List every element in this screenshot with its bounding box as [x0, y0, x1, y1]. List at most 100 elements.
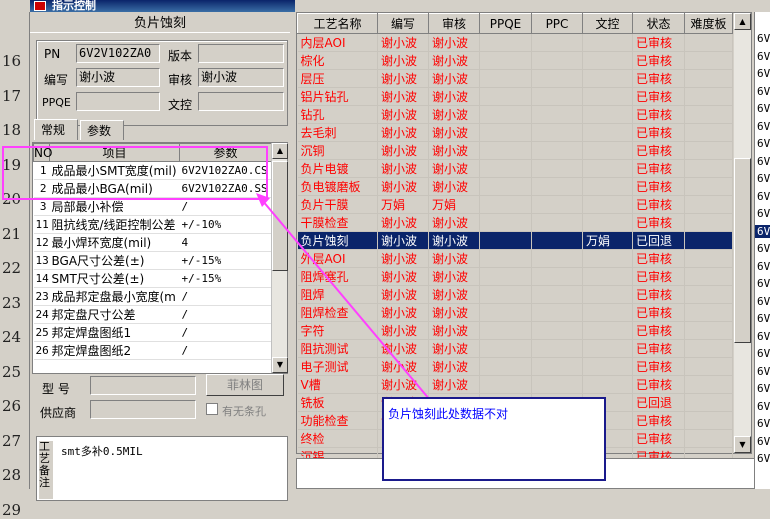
tab-params[interactable]: 参数 — [80, 120, 124, 140]
side-list-item[interactable]: 6V — [757, 382, 770, 395]
process-cell-editor: 谢小波 — [377, 33, 429, 52]
model-label: 型 号 — [42, 382, 70, 396]
scroll-up-icon[interactable]: ▲ — [272, 143, 288, 159]
side-list-item[interactable]: 6V — [757, 435, 770, 448]
gutter-number: 24 — [2, 328, 22, 346]
side-list-item[interactable]: 6V — [757, 277, 770, 290]
param-row[interactable]: 26 邦定焊盘图纸2/ — [33, 341, 272, 360]
side-list-item[interactable]: 6V — [757, 190, 770, 203]
process-row[interactable]: 层压 谢小波 谢小波 已审核 — [297, 69, 733, 88]
param-row[interactable]: 13 BGA尺寸公差(±) +/-15% — [33, 251, 272, 270]
process-row[interactable]: 阻焊塞孔 谢小波 谢小波 已审核 — [297, 267, 733, 286]
process-scrollbar[interactable]: ▲ ▼ — [734, 13, 751, 453]
film-drawing-button[interactable]: 菲林图 — [206, 374, 284, 396]
no-slot-checkbox[interactable] — [206, 403, 218, 415]
scroll-thumb[interactable] — [734, 158, 751, 343]
ppqe-label: PPQE — [42, 96, 71, 109]
side-list-item[interactable]: 6V — [757, 67, 770, 80]
scroll-down-icon[interactable]: ▼ — [734, 436, 751, 453]
editor-field[interactable]: 谢小波 — [76, 68, 160, 87]
side-list-item[interactable]: 6V — [757, 85, 770, 98]
process-row[interactable]: 干膜检查 谢小波 谢小波 已审核 — [297, 213, 733, 232]
param-cell-no: 24 — [33, 305, 50, 324]
process-row[interactable]: 负电镀磨板 谢小波 谢小波 已审核 — [297, 177, 733, 196]
param-row[interactable]: 11 阻抗线宽/线距控制公差 +/-10% — [33, 215, 272, 234]
side-list-item[interactable]: 6V — [757, 102, 770, 115]
process-header-cell[interactable]: PPQE — [479, 13, 532, 34]
side-list-item[interactable]: 6V — [757, 312, 770, 325]
side-list-item[interactable]: 6V — [757, 242, 770, 255]
side-list-item[interactable]: 6V — [757, 50, 770, 63]
process-header-cell[interactable]: PPC — [531, 13, 583, 34]
process-row[interactable]: 电子测试 谢小波 谢小波 已审核 — [297, 357, 733, 376]
side-list-item[interactable]: 6V — [757, 120, 770, 133]
process-cell-reviewer: 谢小波 — [428, 267, 480, 286]
process-cell-name: 字符 — [297, 321, 378, 340]
process-header-cell[interactable]: 工艺名称 — [297, 13, 378, 34]
process-row[interactable]: 阻焊检查 谢小波 谢小波 已审核 — [297, 303, 733, 322]
tab-general[interactable]: 常规 — [34, 119, 78, 140]
side-list-item[interactable]: 6V — [757, 330, 770, 343]
scroll-thumb[interactable] — [272, 161, 288, 271]
process-row[interactable]: 字符 谢小波 谢小波 已审核 — [297, 321, 733, 340]
param-row[interactable]: 25 邦定焊盘图纸1/ — [33, 323, 272, 342]
process-header-cell[interactable]: 编写 — [377, 13, 429, 34]
process-row[interactable]: 外层AOI 谢小波 谢小波 已审核 — [297, 249, 733, 268]
reviewer-field[interactable]: 谢小波 — [198, 68, 284, 87]
process-header-cell[interactable]: 难度板 — [684, 13, 733, 34]
side-list-item[interactable]: 6V — [757, 260, 770, 273]
side-list-item[interactable]: 6V — [755, 224, 770, 238]
process-row[interactable]: V槽 谢小波 谢小波 已审核 — [297, 375, 733, 394]
process-row[interactable]: 钻孔 谢小波 谢小波 已审核 — [297, 105, 733, 124]
scroll-down-icon[interactable]: ▼ — [272, 357, 288, 373]
process-cell-status: 已审核 — [632, 177, 685, 196]
side-list-item[interactable]: 6V — [757, 365, 770, 378]
param-row[interactable]: 23 成品邦定盘最小宽度(m / — [33, 287, 272, 306]
side-list-item[interactable]: 6V — [757, 207, 770, 220]
process-row[interactable]: 负片干膜 万娟 万娟 已审核 — [297, 195, 733, 214]
no-slot-label: 有无条孔 — [222, 405, 266, 418]
process-row[interactable]: 负片电镀 谢小波 谢小波 已审核 — [297, 159, 733, 178]
side-list-item[interactable]: 6V — [757, 295, 770, 308]
process-row[interactable]: 去毛刺 谢小波 谢小波 已审核 — [297, 123, 733, 142]
model-field[interactable] — [90, 376, 196, 395]
side-list-item[interactable]: 6V — [757, 155, 770, 168]
process-row[interactable]: 内层AOI 谢小波 谢小波 已审核 — [297, 33, 733, 52]
side-list-item[interactable]: 6V — [757, 452, 770, 465]
process-cell-name: 钻孔 — [297, 105, 378, 124]
param-row[interactable]: 14 SMT尺寸公差(±) +/-15% — [33, 269, 272, 288]
param-cell-item: 邦定焊盘图纸1 — [49, 323, 180, 342]
process-cell-difficulty — [684, 321, 733, 340]
process-cell-name: 铣板 — [297, 393, 378, 412]
process-row[interactable]: 铝片钻孔 谢小波 谢小波 已审核 — [297, 87, 733, 106]
process-cell-editor: 谢小波 — [377, 375, 429, 394]
process-cell-ppc — [531, 51, 583, 70]
pn-field[interactable]: 6V2V102ZA0 — [76, 44, 160, 63]
param-cell-value: / — [179, 287, 272, 306]
process-row[interactable]: 棕化 谢小波 谢小波 已审核 — [297, 51, 733, 70]
process-header-cell[interactable]: 状态 — [632, 13, 685, 34]
process-cell-reviewer: 谢小波 — [428, 159, 480, 178]
scroll-up-icon[interactable]: ▲ — [734, 13, 751, 30]
ppqe-field[interactable] — [76, 92, 160, 111]
process-header-cell[interactable]: 审核 — [428, 13, 480, 34]
param-row[interactable]: 12 最小焊环宽度(mil) 4 — [33, 233, 272, 252]
supplier-field[interactable] — [90, 400, 196, 419]
param-row[interactable]: 3 局部最小补偿 / — [33, 197, 272, 216]
process-notes[interactable]: 工艺备注 smt多补0.5MIL — [36, 436, 288, 501]
process-row[interactable]: 沉铜 谢小波 谢小波 已审核 — [297, 141, 733, 160]
doc-control-field[interactable] — [198, 92, 284, 111]
side-list-item[interactable]: 6V — [757, 32, 770, 45]
side-list-item[interactable]: 6V — [757, 172, 770, 185]
side-list-item[interactable]: 6V — [757, 347, 770, 360]
process-header-cell[interactable]: 文控 — [582, 13, 633, 34]
params-scrollbar[interactable]: ▲ ▼ — [271, 143, 288, 373]
version-field[interactable] — [198, 44, 284, 63]
process-row[interactable]: 负片蚀刻 谢小波 谢小波 万娟 已回退 — [297, 231, 733, 250]
process-row[interactable]: 阻焊 谢小波 谢小波 已审核 — [297, 285, 733, 304]
side-list-item[interactable]: 6V — [757, 137, 770, 150]
side-list-item[interactable]: 6V — [757, 400, 770, 413]
process-row[interactable]: 阻抗测试 谢小波 谢小波 已审核 — [297, 339, 733, 358]
side-list-item[interactable]: 6V — [757, 417, 770, 430]
param-row[interactable]: 24 邦定盘尺寸公差 / — [33, 305, 272, 324]
